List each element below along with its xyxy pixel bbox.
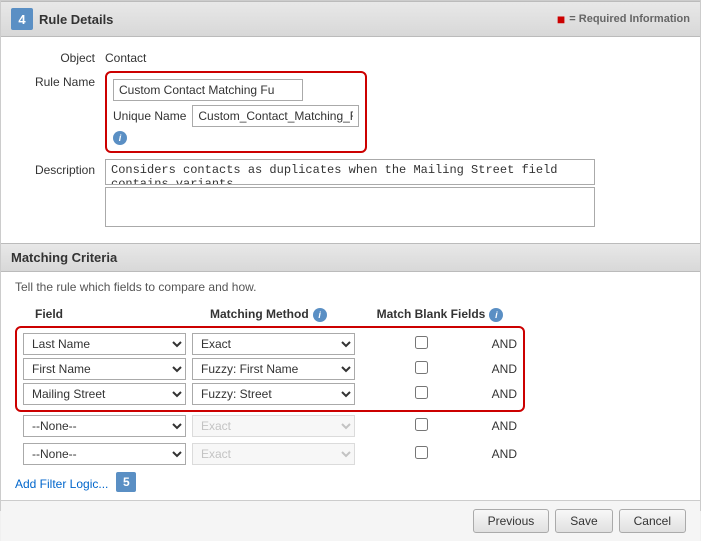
- highlighted-name-box: Unique Name i: [105, 71, 367, 153]
- add-filter-link[interactable]: Add Filter Logic...: [15, 477, 108, 491]
- rule-name-input[interactable]: [113, 79, 303, 101]
- required-info-label: = Required Information: [569, 13, 690, 25]
- and-label-5: AND: [487, 447, 517, 461]
- blank-checkbox-5[interactable]: [415, 446, 428, 459]
- field-select-3[interactable]: Mailing Street: [23, 383, 186, 405]
- table-row: Last Name Exact AND: [23, 333, 517, 355]
- table-row: First Name Fuzzy: First Name AND: [23, 358, 517, 380]
- method-select-3[interactable]: Fuzzy: Street: [192, 383, 355, 405]
- and-label-3: AND: [487, 387, 517, 401]
- description-section: [105, 159, 686, 227]
- cancel-button[interactable]: Cancel: [619, 509, 686, 533]
- all-rows-container: Last Name Exact AND First Name: [15, 326, 686, 468]
- matching-criteria-section: Tell the rule which fields to compare an…: [1, 272, 700, 500]
- and-label-4: AND: [487, 419, 517, 433]
- method-select-5: Exact: [192, 443, 355, 465]
- field-select-5[interactable]: --None--: [23, 443, 186, 465]
- unique-name-info-icon[interactable]: i: [113, 131, 127, 145]
- blank-info-icon[interactable]: i: [489, 308, 503, 322]
- matching-criteria-header: Matching Criteria: [1, 243, 700, 272]
- description-label: Description: [15, 159, 105, 177]
- unique-name-label: Unique Name: [113, 109, 186, 123]
- field-select-1[interactable]: Last Name: [23, 333, 186, 355]
- table-row: --None-- Exact AND: [23, 415, 686, 437]
- object-row: Object Contact: [15, 47, 686, 65]
- and-label-1: AND: [487, 337, 517, 351]
- description-row: Description: [15, 159, 686, 227]
- and-label-2: AND: [487, 362, 517, 376]
- matching-criteria-title: Matching Criteria: [11, 250, 117, 265]
- method-info-icon[interactable]: i: [313, 308, 327, 322]
- highlighted-rows-box: Last Name Exact AND First Name: [15, 326, 525, 412]
- save-button[interactable]: Save: [555, 509, 612, 533]
- table-row: --None-- Exact AND: [23, 443, 686, 465]
- description-first-line[interactable]: [105, 159, 595, 185]
- rule-name-row: [113, 79, 359, 101]
- step-4-badge: 4: [11, 8, 33, 30]
- blank-checkbox-4[interactable]: [415, 418, 428, 431]
- criteria-description: Tell the rule which fields to compare an…: [15, 280, 686, 294]
- previous-button[interactable]: Previous: [473, 509, 550, 533]
- object-label: Object: [15, 47, 105, 65]
- required-info: ■ = Required Information: [557, 11, 690, 27]
- method-select-4: Exact: [192, 415, 355, 437]
- object-value: Contact: [105, 47, 686, 65]
- blank-checkbox-3[interactable]: [415, 386, 428, 399]
- col-field-header: Field: [25, 307, 200, 321]
- rule-name-label: Rule Name: [15, 71, 105, 89]
- rule-details-header: 4 Rule Details ■ = Required Information: [1, 1, 700, 37]
- col-blank-header: Match Blank Fields i: [375, 306, 505, 322]
- footer: Previous Save Cancel: [1, 500, 700, 541]
- method-select-1[interactable]: Exact: [192, 333, 355, 355]
- main-container: 4 Rule Details ■ = Required Information …: [0, 0, 701, 511]
- blank-checkbox-2[interactable]: [415, 361, 428, 374]
- table-row: Mailing Street Fuzzy: Street AND: [23, 383, 517, 405]
- blank-checkbox-1[interactable]: [415, 336, 428, 349]
- required-dot: ■: [557, 11, 565, 27]
- filter-logic-row: Add Filter Logic... 5: [15, 472, 686, 492]
- unique-name-input[interactable]: [192, 105, 359, 127]
- field-select-4[interactable]: --None--: [23, 415, 186, 437]
- col-method-header: Matching Method i: [200, 306, 375, 322]
- field-select-2[interactable]: First Name: [23, 358, 186, 380]
- rule-details-section: Object Contact Rule Name Unique Name i D…: [1, 37, 700, 243]
- rule-details-title: Rule Details: [39, 12, 113, 27]
- step-5-badge: 5: [116, 472, 136, 492]
- description-empty-area: [105, 187, 595, 227]
- method-select-2[interactable]: Fuzzy: First Name: [192, 358, 355, 380]
- criteria-header-row: Field Matching Method i Match Blank Fiel…: [15, 306, 686, 322]
